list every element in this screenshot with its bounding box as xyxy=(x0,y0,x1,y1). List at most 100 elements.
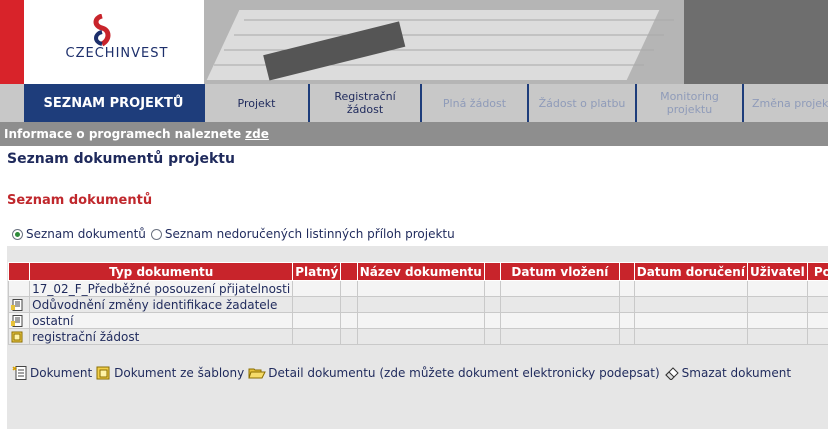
tab-full-request: Plná žádost xyxy=(420,84,527,122)
cell xyxy=(356,312,485,329)
folder-open-icon xyxy=(248,368,267,379)
cell xyxy=(340,296,358,313)
cell xyxy=(633,280,748,297)
document-detail-label: Detail dokumentu (zde můžete dokument el… xyxy=(268,366,660,380)
info-bar: Informace o programech naleznete zde xyxy=(0,122,828,146)
table-header-row: Typ dokumentu Platný Název dokumentu Dat… xyxy=(7,262,828,281)
documents-table: Typ dokumentu Platný Název dokumentu Dat… xyxy=(7,262,828,345)
cell xyxy=(483,312,502,329)
cell xyxy=(483,280,502,297)
table-row[interactable]: ostatní xyxy=(7,312,828,329)
document-from-template-button[interactable]: Dokument ze šablony xyxy=(96,366,244,380)
cell xyxy=(483,328,502,345)
cell xyxy=(483,296,502,313)
cell xyxy=(292,312,342,329)
add-document-button[interactable]: Dokument xyxy=(12,366,92,380)
tab-project[interactable]: Projekt xyxy=(203,84,308,122)
tab-payment-request: Žádost o platbu xyxy=(527,84,635,122)
cell xyxy=(500,312,620,329)
logo-text: CZECHINVEST xyxy=(65,46,169,61)
eraser-icon xyxy=(664,367,679,380)
document-icon xyxy=(11,299,23,311)
cell xyxy=(806,312,828,329)
row-icon-cell xyxy=(7,312,31,329)
cell xyxy=(618,328,635,345)
row-type[interactable]: 17_02_F_Předběžné posouzení přijatelnost… xyxy=(29,280,294,297)
cell xyxy=(500,296,620,313)
tab-monitoring-label: Monitoring projektu xyxy=(660,90,719,116)
cell xyxy=(746,280,808,297)
template-icon xyxy=(11,331,23,343)
cell xyxy=(618,296,635,313)
section-title: Seznam dokumentů xyxy=(7,193,153,208)
cell xyxy=(633,296,748,313)
header-photo xyxy=(204,0,828,84)
radio-undelivered-attachments[interactable] xyxy=(150,228,162,240)
column-header-date-delivered[interactable]: Datum doručení xyxy=(633,262,748,281)
cell xyxy=(340,280,358,297)
cell xyxy=(746,328,808,345)
column-header-name[interactable]: Název dokumentu xyxy=(356,262,485,281)
cell xyxy=(340,328,358,345)
column-header-user[interactable]: Uživatel xyxy=(746,262,808,281)
cell xyxy=(746,296,808,313)
tab-project-list[interactable]: SEZNAM PROJEKTŮ xyxy=(24,84,203,122)
view-radio-group: Seznam dokumentů Seznam nedoručených lis… xyxy=(12,227,455,241)
cell xyxy=(806,328,828,345)
tab-registration-request-label: Registrační žádost xyxy=(334,90,396,116)
column-header-type[interactable]: Typ dokumentu xyxy=(29,262,294,281)
cell xyxy=(500,328,620,345)
tab-monitoring: Monitoring projektu xyxy=(635,84,742,122)
cell xyxy=(633,328,748,345)
column-header-blank xyxy=(340,262,358,281)
cell xyxy=(356,296,485,313)
column-header-blank xyxy=(618,262,635,281)
cell xyxy=(633,312,748,329)
czechinvest-logo-icon xyxy=(80,13,124,48)
cell xyxy=(356,328,485,345)
document-actions: Dokument Dokument ze šablony Detail doku… xyxy=(12,366,795,380)
table-row[interactable]: Odůvodnění změny identifikace žadatele xyxy=(7,296,828,313)
row-icon-cell xyxy=(7,280,31,297)
document-icon xyxy=(11,315,23,327)
cell xyxy=(618,280,635,297)
document-icon xyxy=(12,366,27,380)
column-header-date-inserted[interactable]: Datum vložení xyxy=(500,262,620,281)
row-type[interactable]: ostatní xyxy=(29,312,294,329)
delete-document-label: Smazat dokument xyxy=(681,366,792,380)
page-title: Seznam dokumentů projektu xyxy=(7,151,235,167)
radio-document-list-label[interactable]: Seznam dokumentů xyxy=(26,227,146,241)
cell xyxy=(806,280,828,297)
document-from-template-label: Dokument ze šablony xyxy=(114,366,245,380)
document-detail-button[interactable]: Detail dokumentu (zde můžete dokument el… xyxy=(248,366,660,380)
cell xyxy=(746,312,808,329)
cell xyxy=(292,280,342,297)
info-text: Informace o programech naleznete xyxy=(4,127,242,141)
add-document-label: Dokument xyxy=(30,366,93,380)
template-icon xyxy=(96,366,110,380)
cell xyxy=(292,296,342,313)
column-header-icon xyxy=(7,262,31,281)
radio-undelivered-attachments-label[interactable]: Seznam nedoručených listinných příloh pr… xyxy=(165,227,455,241)
cell xyxy=(806,296,828,313)
cell xyxy=(340,312,358,329)
radio-document-list[interactable] xyxy=(12,228,23,240)
tab-registration-request[interactable]: Registrační žádost xyxy=(308,84,420,122)
row-icon-cell xyxy=(7,328,31,345)
table-row[interactable]: 17_02_F_Předběžné posouzení přijatelnost… xyxy=(7,280,828,297)
column-header-valid[interactable]: Platný xyxy=(292,262,342,281)
row-type[interactable]: registrační žádost xyxy=(29,328,294,345)
info-link[interactable]: zde xyxy=(245,127,269,141)
column-header-blank xyxy=(483,262,502,281)
column-header-extra[interactable]: Po xyxy=(806,262,828,281)
cell xyxy=(618,312,635,329)
delete-document-button[interactable]: Smazat dokument xyxy=(664,366,791,380)
brand-red-bar xyxy=(0,0,24,84)
cell xyxy=(292,328,342,345)
cell xyxy=(500,280,620,297)
row-icon-cell xyxy=(7,296,31,313)
row-type[interactable]: Odůvodnění změny identifikace žadatele xyxy=(29,296,294,313)
table-row[interactable]: registrační žádost xyxy=(7,328,828,345)
tab-project-change: Změna projektu xyxy=(742,84,828,122)
cell xyxy=(356,280,485,297)
